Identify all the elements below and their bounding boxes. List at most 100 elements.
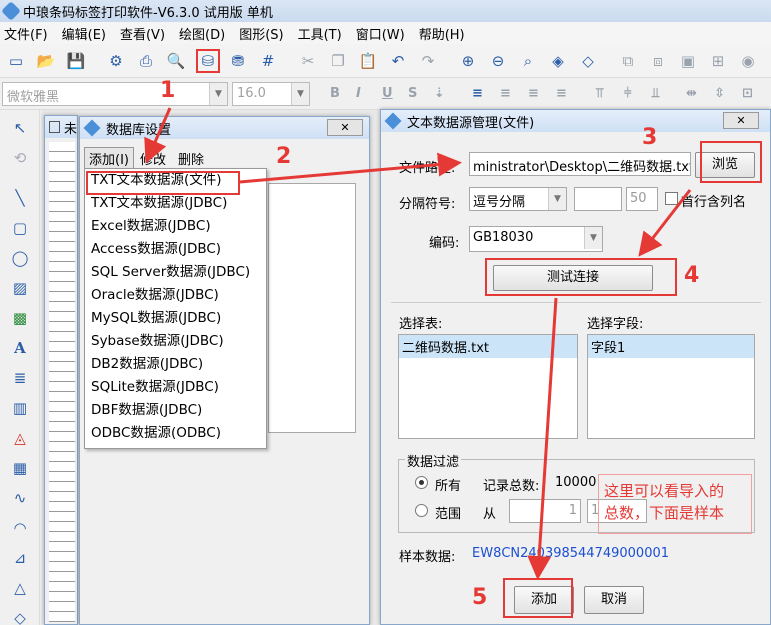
eye-icon[interactable]: ◉: [736, 49, 760, 73]
separator-select[interactable]: 逗号分隔 ▼: [469, 187, 567, 211]
justify-icon[interactable]: ≡: [556, 86, 567, 101]
text-tool-icon[interactable]: A: [8, 336, 32, 360]
curve-tool-icon[interactable]: ∿: [8, 486, 32, 510]
picture-tool-icon[interactable]: ▩: [8, 306, 32, 330]
open-icon[interactable]: 📂: [34, 49, 58, 73]
ungroup-icon[interactable]: ⧈: [646, 49, 670, 73]
rich-text-tool-icon[interactable]: ≣: [8, 366, 32, 390]
layer-icon[interactable]: ▣: [676, 49, 700, 73]
filter-range-radio[interactable]: [415, 504, 428, 517]
undo-icon[interactable]: ↶: [386, 49, 410, 73]
test-connection-button[interactable]: 测试连接: [493, 265, 653, 291]
menu-item-sqlite[interactable]: SQLite数据源(JDBC): [85, 376, 266, 399]
separator-number-input[interactable]: 50: [626, 187, 658, 211]
image-tool-icon[interactable]: ▨: [8, 276, 32, 300]
menu-tools[interactable]: 工具(T): [298, 24, 342, 43]
delete-menu[interactable]: 删除: [172, 148, 210, 169]
polygon-tool-icon[interactable]: ⊿: [8, 546, 32, 570]
edit-menu[interactable]: 修改: [134, 148, 172, 169]
menu-item-oracle[interactable]: Oracle数据源(JDBC): [85, 284, 266, 307]
menu-draw[interactable]: 绘图(D): [179, 24, 225, 43]
align-bottom-icon[interactable]: ⫫: [652, 86, 659, 101]
copy-icon[interactable]: ❐: [326, 49, 350, 73]
menu-help[interactable]: 帮助(H): [419, 24, 465, 43]
same-size-icon[interactable]: ⊡: [742, 86, 753, 101]
menu-item-dbf[interactable]: DBF数据源(JDBC): [85, 399, 266, 422]
zoom-in-icon[interactable]: ⊕: [456, 49, 480, 73]
distribute-h-icon[interactable]: ⇹: [686, 86, 697, 101]
zoom-page-icon[interactable]: ◈: [546, 49, 570, 73]
database-settings-icon[interactable]: ⛁: [196, 49, 220, 73]
close-icon[interactable]: ✕: [723, 112, 759, 129]
align-center-icon[interactable]: ≡: [500, 86, 511, 101]
menu-item-excel[interactable]: Excel数据源(JDBC): [85, 215, 266, 238]
range-from-input[interactable]: 1: [509, 499, 581, 523]
menu-item-db2[interactable]: DB2数据源(JDBC): [85, 353, 266, 376]
font-size-select[interactable]: 16.0 ▼: [232, 82, 310, 106]
rectangle-tool-icon[interactable]: ▢: [8, 216, 32, 240]
menu-edit[interactable]: 编辑(E): [62, 24, 106, 43]
save-icon[interactable]: 💾: [64, 49, 88, 73]
list-item[interactable]: 字段1: [588, 335, 754, 358]
distribute-v-icon[interactable]: ⇳: [714, 86, 725, 101]
bold-icon[interactable]: B: [330, 86, 340, 101]
font-family-select[interactable]: 微软雅黑 ▼: [2, 82, 228, 106]
paste-icon[interactable]: 📋: [356, 49, 380, 73]
menu-view[interactable]: 查看(V): [120, 24, 165, 43]
arc-tool-icon[interactable]: ◠: [8, 516, 32, 540]
add-button[interactable]: 添加: [514, 586, 574, 614]
diamond-tool-icon[interactable]: ◇: [8, 606, 32, 625]
zoom-out-icon[interactable]: ⊖: [486, 49, 510, 73]
align-right-icon[interactable]: ≡: [528, 86, 539, 101]
list-item[interactable]: 二维码数据.txt: [399, 335, 577, 358]
first-row-header-checkbox[interactable]: [665, 192, 678, 205]
print-icon[interactable]: ⎙: [134, 49, 158, 73]
grid-icon[interactable]: #: [256, 49, 280, 73]
close-icon[interactable]: ✕: [327, 119, 363, 136]
menu-item-mysql[interactable]: MySQL数据源(JDBC): [85, 307, 266, 330]
cancel-button[interactable]: 取消: [584, 586, 644, 614]
text-direction-icon[interactable]: ⇣: [434, 86, 445, 101]
menu-shape[interactable]: 图形(S): [239, 24, 283, 43]
table-list[interactable]: 二维码数据.txt: [398, 334, 578, 439]
rotate-icon[interactable]: ⟲: [8, 146, 32, 170]
menu-item-txt-file[interactable]: TXT文本数据源(文件): [85, 169, 266, 192]
line-tool-icon[interactable]: ╲: [8, 186, 32, 210]
settings-icon[interactable]: ⚙: [104, 49, 128, 73]
barcode-tool-icon[interactable]: ▥: [8, 396, 32, 420]
align-left-icon[interactable]: ≡: [472, 86, 483, 101]
strikethrough-icon[interactable]: S: [408, 86, 417, 101]
seal-tool-icon[interactable]: ◬: [8, 426, 32, 450]
align-icon[interactable]: ⊞: [706, 49, 730, 73]
menu-item-txt-jdbc[interactable]: TXT文本数据源(JDBC): [85, 192, 266, 215]
datasource-list[interactable]: [268, 183, 356, 433]
encoding-select[interactable]: GB18030 ▼: [469, 226, 603, 252]
qrcode-tool-icon[interactable]: ▦: [8, 456, 32, 480]
browse-button[interactable]: 浏览: [695, 152, 755, 178]
custom-separator-input[interactable]: [574, 187, 622, 211]
file-path-input[interactable]: ministrator\Desktop\二维码数据.txt: [469, 152, 691, 176]
menu-item-sqlserver[interactable]: SQL Server数据源(JDBC): [85, 261, 266, 284]
menu-item-sybase[interactable]: Sybase数据源(JDBC): [85, 330, 266, 353]
align-top-icon[interactable]: ⫪: [596, 86, 603, 101]
new-icon[interactable]: ▭: [4, 49, 28, 73]
italic-icon[interactable]: I: [356, 86, 361, 101]
ellipse-tool-icon[interactable]: ◯: [8, 246, 32, 270]
menu-file[interactable]: 文件(F): [4, 24, 48, 43]
menu-item-access[interactable]: Access数据源(JDBC): [85, 238, 266, 261]
align-middle-icon[interactable]: ⫩: [624, 86, 631, 101]
pointer-icon[interactable]: ↖: [8, 116, 32, 140]
filter-all-radio[interactable]: [415, 476, 428, 489]
print-preview-icon[interactable]: 🔍: [164, 49, 188, 73]
zoom-fit-icon[interactable]: ⌕: [516, 49, 540, 73]
cut-icon[interactable]: ✂: [296, 49, 320, 73]
database-link-icon[interactable]: ⛃: [226, 49, 250, 73]
menu-window[interactable]: 窗口(W): [356, 24, 405, 43]
field-list[interactable]: 字段1: [587, 334, 755, 439]
menu-item-odbc[interactable]: ODBC数据源(ODBC): [85, 422, 266, 445]
zoom-actual-icon[interactable]: ◇: [576, 49, 600, 73]
redo-icon[interactable]: ↷: [416, 49, 440, 73]
group-icon[interactable]: ⧉: [616, 49, 640, 73]
underline-icon[interactable]: U: [382, 86, 393, 101]
add-menu[interactable]: 添加(I): [84, 146, 134, 170]
